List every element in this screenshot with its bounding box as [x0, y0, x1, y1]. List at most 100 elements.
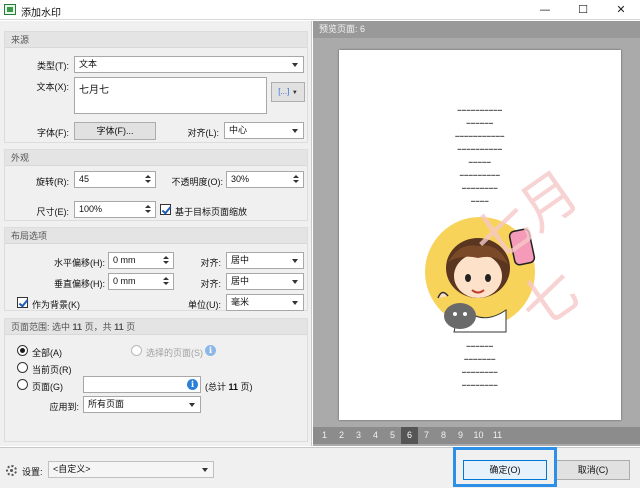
- source-group-header: 来源: [5, 32, 307, 48]
- document-text-line: ▬▬▬▬▬▬▬▬▬▬: [457, 146, 503, 151]
- page-range-header: 页面范围: 选中 11 页，共 11 页: [5, 319, 307, 335]
- title-bar: 添加水印 — ☐ ✕: [0, 0, 640, 20]
- all-pages-radio[interactable]: [17, 345, 28, 356]
- decrement-icon[interactable]: [143, 209, 153, 216]
- settings-select[interactable]: <自定义>: [48, 461, 214, 478]
- page-2[interactable]: 2: [333, 427, 350, 444]
- insert-field-icon: [...]: [278, 87, 290, 96]
- align-select[interactable]: 中心: [224, 122, 304, 139]
- selected-pages-radio[interactable]: [131, 345, 142, 356]
- background-label: 作为背景(K): [32, 300, 80, 310]
- v-offset-label: 垂直偏移(H):: [54, 279, 105, 289]
- info-icon[interactable]: i: [205, 345, 216, 356]
- apply-to-select[interactable]: 所有页面: [83, 396, 201, 413]
- h-offset-stepper[interactable]: 0 mm: [108, 252, 174, 269]
- pages-label: 页面(G): [32, 382, 63, 392]
- document-text-line: ▬▬▬▬▬▬▬▬: [462, 382, 498, 387]
- decrement-icon[interactable]: [291, 179, 301, 186]
- document-text-line: ▬▬▬▬▬▬▬▬▬▬▬: [455, 133, 505, 138]
- size-value: 100%: [79, 204, 103, 214]
- chevron-down-icon: [289, 123, 301, 138]
- align-label: 对齐(L):: [187, 128, 219, 138]
- current-page-radio[interactable]: [17, 362, 28, 373]
- size-stepper[interactable]: 100%: [74, 201, 156, 218]
- page-10[interactable]: 10: [469, 427, 488, 444]
- scale-label: 基于目标页面缩放: [175, 207, 248, 217]
- page-7[interactable]: 7: [418, 427, 435, 444]
- rotation-stepper[interactable]: 45: [74, 171, 156, 188]
- pages-input[interactable]: [83, 376, 201, 393]
- settings-label: 设置:: [22, 467, 43, 477]
- page-3[interactable]: 3: [350, 427, 367, 444]
- v-offset-stepper[interactable]: 0 mm: [108, 273, 174, 290]
- scale-checkbox[interactable]: [160, 204, 171, 215]
- apply-to-label: 应用到:: [49, 402, 79, 412]
- h-align-select[interactable]: 居中: [226, 252, 304, 269]
- chevron-down-icon: [199, 462, 211, 477]
- source-group: 来源 类型(T): 文本 文本(X): 七月七 [...] ▼ 字体(F): 字…: [4, 31, 308, 143]
- chevron-down-icon: [289, 274, 301, 289]
- decrement-icon[interactable]: [161, 281, 171, 288]
- range-header-text: 页: [126, 322, 136, 332]
- settings-value: <自定义>: [53, 464, 91, 474]
- current-page-label: 当前页(R): [32, 365, 72, 375]
- page-selector: 1 2 3 4 5 6 7 8 9 10 11: [313, 427, 640, 444]
- document-text-line: ▬▬▬▬▬▬▬▬▬▬: [457, 107, 503, 112]
- opacity-stepper[interactable]: 30%: [226, 171, 304, 188]
- v-align-select[interactable]: 居中: [226, 273, 304, 290]
- h-align-label: 对齐:: [200, 258, 221, 268]
- page-total-label: (总计 11 页): [205, 380, 253, 393]
- decrement-icon[interactable]: [161, 260, 171, 267]
- settings-panel: 来源 类型(T): 文本 文本(X): 七月七 [...] ▼ 字体(F): 字…: [0, 21, 312, 446]
- chevron-down-icon: [186, 397, 198, 412]
- page-1[interactable]: 1: [316, 427, 333, 444]
- page-9[interactable]: 9: [452, 427, 469, 444]
- type-label: 类型(T):: [37, 61, 69, 71]
- rotation-value: 45: [79, 174, 90, 184]
- appearance-group: 外观 旋转(R): 45 不透明度(O): 30% 尺寸(E): 100% 基于…: [4, 149, 308, 221]
- window-title: 添加水印: [21, 8, 61, 19]
- unit-select[interactable]: 毫米: [226, 294, 304, 311]
- highlight-box: [453, 447, 557, 487]
- h-offset-label: 水平偏移(H):: [54, 258, 105, 268]
- cancel-button[interactable]: 取消(C): [556, 460, 630, 480]
- size-label: 尺寸(E):: [36, 207, 70, 217]
- document-text-line: ▬▬▬▬▬▬▬: [464, 356, 496, 361]
- type-select[interactable]: 文本: [74, 56, 304, 73]
- decrement-icon[interactable]: [143, 179, 153, 186]
- maximize-button[interactable]: ☐: [564, 0, 602, 20]
- apply-to-value: 所有页面: [88, 399, 125, 409]
- preview-header: 预览页面: 6: [313, 21, 640, 38]
- page-6[interactable]: 6: [401, 427, 418, 444]
- insert-field-button[interactable]: [...] ▼: [271, 82, 305, 102]
- close-button[interactable]: ✕: [602, 0, 640, 20]
- all-pages-label: 全部(A): [32, 348, 62, 358]
- h-offset-value: 0 mm: [113, 255, 136, 265]
- page-range-group: 页面范围: 选中 11 页，共 11 页 全部(A) 选择的页面(S) i 当前…: [4, 318, 308, 442]
- background-checkbox[interactable]: [17, 297, 28, 308]
- type-select-value: 文本: [79, 59, 98, 69]
- font-button[interactable]: 字体(F)...: [74, 122, 156, 140]
- unit-value: 毫米: [231, 297, 250, 307]
- document-text-line: ▬▬▬▬▬▬: [466, 343, 494, 348]
- range-header-text: 页，共: [84, 322, 112, 332]
- align-select-value: 中心: [229, 125, 248, 135]
- app-icon: [4, 4, 16, 15]
- layout-group-header: 布局选项: [5, 228, 307, 244]
- page-11[interactable]: 11: [488, 427, 507, 444]
- selected-count: 11: [72, 322, 83, 332]
- font-label: 字体(F):: [37, 128, 69, 138]
- preview-panel: 预览页面: 6 ▬▬▬▬▬▬▬▬▬▬ ▬▬▬▬▬▬ ▬▬▬▬▬▬▬▬▬▬▬ ▬▬…: [313, 21, 640, 446]
- chevron-down-icon: [289, 295, 301, 310]
- page-8[interactable]: 8: [435, 427, 452, 444]
- watermark-text-input[interactable]: 七月七: [74, 77, 267, 114]
- page-4[interactable]: 4: [367, 427, 384, 444]
- page-total-count: 11: [228, 382, 239, 392]
- info-icon[interactable]: i: [187, 379, 198, 390]
- minimize-button[interactable]: —: [526, 0, 564, 20]
- layout-group: 布局选项 水平偏移(H): 0 mm 对齐: 居中 垂直偏移(H): 0 mm …: [4, 227, 308, 311]
- selected-pages-label: 选择的页面(S): [146, 348, 203, 358]
- pages-radio[interactable]: [17, 379, 28, 390]
- page-5[interactable]: 5: [384, 427, 401, 444]
- opacity-label: 不透明度(O):: [171, 177, 224, 187]
